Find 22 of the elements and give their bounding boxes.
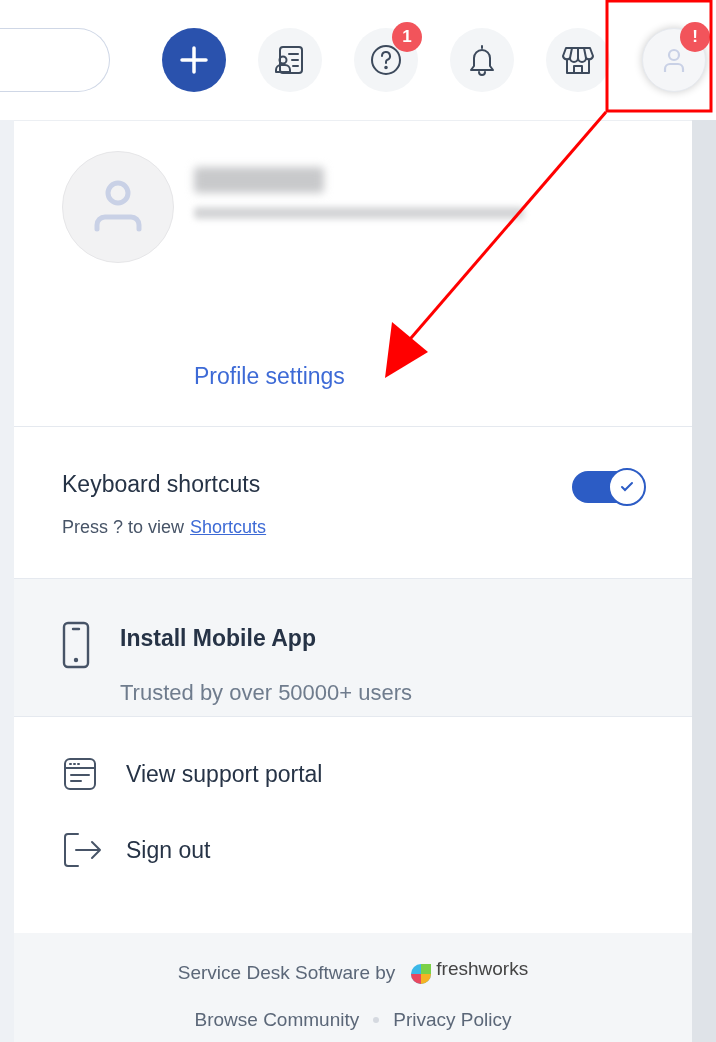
search-field[interactable]	[0, 28, 110, 92]
sign-out-item[interactable]: Sign out	[62, 831, 644, 869]
plus-icon	[179, 45, 209, 75]
help-icon	[368, 42, 404, 78]
mobile-app-section[interactable]: Install Mobile App Trusted by over 50000+ users	[14, 579, 692, 717]
shortcuts-hint-text: Press ? to view	[62, 515, 185, 539]
menu-item[interactable]: View support portal	[62, 755, 644, 793]
keyboard-shortcuts-toggle[interactable]	[572, 471, 644, 503]
keyboard-shortcuts-label: Keyboard shortcuts	[62, 470, 262, 499]
footer-link[interactable]: Privacy Policy	[393, 1005, 512, 1034]
phone-icon	[62, 621, 90, 669]
shortcuts-link[interactable]: Shortcuts	[190, 513, 267, 541]
credit-text: Service Desk Software by	[177, 961, 396, 985]
install-app-subtitle: Trusted by over 50000+ users	[120, 678, 413, 707]
sign-out-icon	[62, 831, 104, 869]
profile-settings-link[interactable]: Profile settings	[194, 359, 644, 394]
install-app-title: Install Mobile App	[120, 624, 317, 653]
footer-link[interactable]: Browse Community	[194, 1005, 360, 1034]
freshworks-logo-text: freshworks	[436, 957, 529, 981]
notification-badge: !	[680, 22, 710, 52]
notification-badge: 1	[392, 22, 422, 52]
browser-window-icon	[62, 756, 98, 792]
